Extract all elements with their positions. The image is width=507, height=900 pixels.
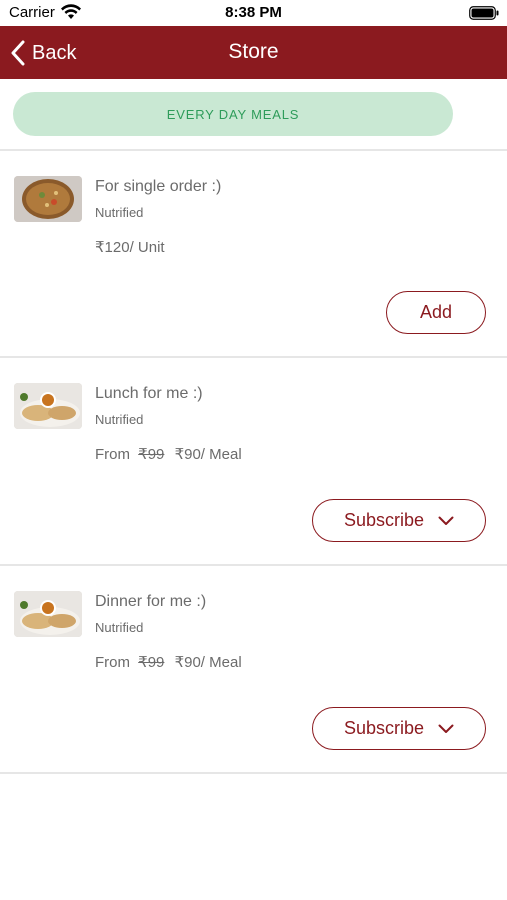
- subscribe-button[interactable]: Subscribe: [312, 707, 486, 750]
- product-price: From ₹99 ₹90/ Meal: [95, 653, 242, 671]
- status-bar: Carrier 8:38 PM: [0, 0, 507, 26]
- product-brand: Nutrified: [95, 205, 144, 220]
- original-price: ₹99: [138, 654, 165, 671]
- product-card: Lunch for me :) Nutrified From ₹99 ₹90/ …: [0, 358, 507, 564]
- battery-icon: [469, 6, 499, 20]
- add-button-label: Add: [419, 302, 453, 322]
- subscribe-button[interactable]: Subscribe: [312, 499, 486, 542]
- product-name: Dinner for me :): [95, 593, 207, 610]
- product-image: [14, 383, 82, 429]
- product-price: ₹120/ Unit: [95, 238, 165, 256]
- navigation-bar: Back Store: [0, 26, 507, 79]
- product-brand: Nutrified: [95, 412, 144, 427]
- subscribe-button-label: Subscribe: [343, 718, 425, 738]
- original-price: ₹99: [138, 446, 165, 463]
- chevron-down-icon: [438, 516, 454, 525]
- divider: [0, 772, 507, 774]
- page-title: Store: [228, 40, 279, 63]
- product-card: For single order :) Nutrified ₹120/ Unit…: [0, 151, 507, 357]
- category-pill-every-day-meals[interactable]: EVERY DAY MEALS: [13, 92, 453, 136]
- price-value: ₹90/ Meal: [174, 446, 242, 463]
- product-price: From ₹99 ₹90/ Meal: [95, 445, 242, 463]
- price-value: ₹120/ Unit: [95, 239, 165, 256]
- product-name: Lunch for me :): [95, 385, 203, 402]
- add-button[interactable]: Add: [386, 291, 486, 334]
- price-value: ₹90/ Meal: [174, 654, 242, 671]
- price-prefix: From: [95, 446, 130, 463]
- category-filter-bar: EVERY DAY MEALS: [0, 79, 507, 149]
- product-image: [14, 591, 82, 637]
- product-image: [14, 176, 82, 222]
- clock: 8:38 PM: [225, 4, 282, 21]
- price-prefix: From: [95, 654, 130, 671]
- subscribe-button-label: Subscribe: [343, 510, 425, 530]
- product-card: Dinner for me :) Nutrified From ₹99 ₹90/…: [0, 566, 507, 772]
- chevron-down-icon: [438, 724, 454, 733]
- product-brand: Nutrified: [95, 620, 144, 635]
- product-name: For single order :): [95, 178, 222, 195]
